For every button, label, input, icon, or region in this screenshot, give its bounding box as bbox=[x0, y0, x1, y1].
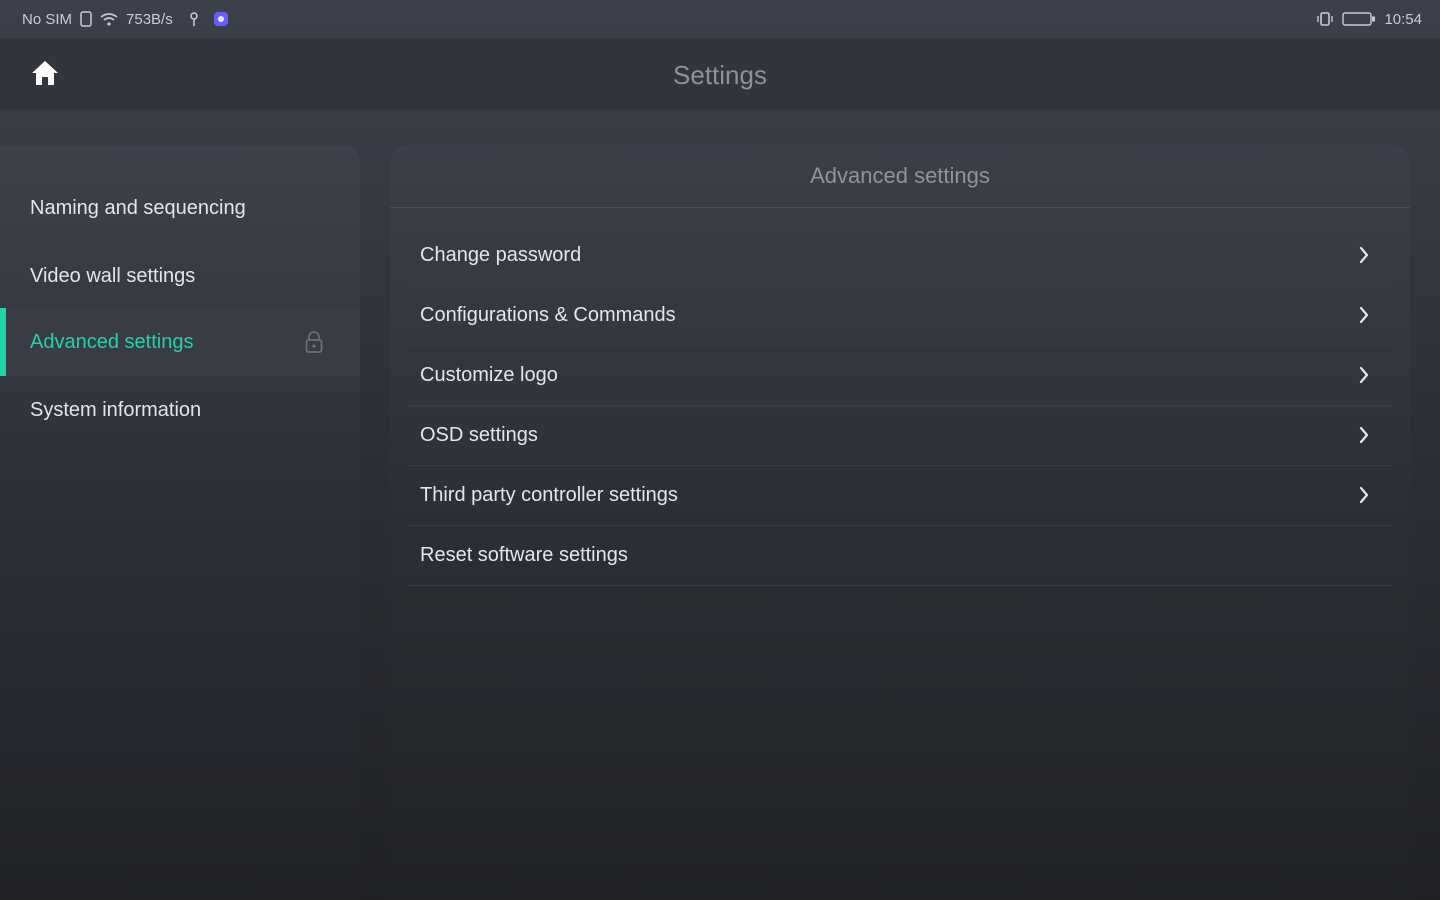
status-bar: No SIM 753B/s 10:54 bbox=[0, 0, 1440, 38]
row-label: Reset software settings bbox=[420, 543, 628, 566]
chevron-right-icon bbox=[1358, 245, 1370, 270]
row-label: Configurations & Commands bbox=[420, 303, 676, 326]
chevron-right-icon bbox=[1358, 305, 1370, 330]
panel-title: Advanced settings bbox=[390, 145, 1410, 208]
row-configurations-and-commands[interactable]: Configurations & Commands bbox=[408, 285, 1392, 346]
time-label: 10:54 bbox=[1384, 10, 1422, 28]
row-label: Third party controller settings bbox=[420, 483, 678, 506]
app-notification-icon bbox=[213, 11, 229, 27]
usb-icon bbox=[189, 11, 199, 27]
advanced-settings-panel: Advanced settings Change password Config… bbox=[390, 145, 1410, 900]
sidebar-item-video-wall-settings[interactable]: Video wall settings bbox=[0, 242, 360, 310]
sidebar-item-label: System information bbox=[30, 398, 202, 421]
row-customize-logo[interactable]: Customize logo bbox=[408, 345, 1392, 406]
row-osd-settings[interactable]: OSD settings bbox=[408, 405, 1392, 466]
sidebar-item-label: Advanced settings bbox=[30, 330, 194, 353]
row-label: Customize logo bbox=[420, 363, 558, 386]
sim-icon bbox=[80, 11, 92, 27]
row-label: Change password bbox=[420, 243, 582, 266]
status-bar-left: No SIM 753B/s bbox=[0, 11, 229, 28]
chevron-right-icon bbox=[1358, 485, 1370, 510]
row-change-password[interactable]: Change password bbox=[408, 225, 1392, 286]
sidebar-item-label: Video wall settings bbox=[30, 264, 196, 287]
net-speed-label: 753B/s bbox=[126, 10, 173, 28]
carrier-label: No SIM bbox=[22, 10, 73, 28]
app-header: Settings bbox=[0, 38, 1440, 110]
battery-icon bbox=[1342, 12, 1376, 26]
page-title: Settings bbox=[673, 60, 767, 90]
sidebar-item-system-information[interactable]: System information bbox=[0, 376, 360, 444]
sidebar-item-label: Naming and sequencing bbox=[30, 196, 246, 219]
chevron-right-icon bbox=[1358, 425, 1370, 450]
sidebar: Naming and sequencing Video wall setting… bbox=[0, 145, 360, 900]
sidebar-item-naming-and-sequencing[interactable]: Naming and sequencing bbox=[0, 174, 360, 242]
row-third-party-controller-settings[interactable]: Third party controller settings bbox=[408, 465, 1392, 526]
chevron-right-icon bbox=[1358, 365, 1370, 390]
sidebar-item-advanced-settings[interactable]: Advanced settings bbox=[0, 308, 360, 376]
lock-icon bbox=[304, 330, 324, 359]
status-bar-right: 10:54 bbox=[1316, 11, 1440, 28]
vibrate-icon bbox=[1316, 11, 1334, 27]
row-label: OSD settings bbox=[420, 423, 538, 446]
wifi-icon bbox=[100, 12, 118, 26]
row-reset-software-settings[interactable]: Reset software settings bbox=[408, 525, 1392, 586]
